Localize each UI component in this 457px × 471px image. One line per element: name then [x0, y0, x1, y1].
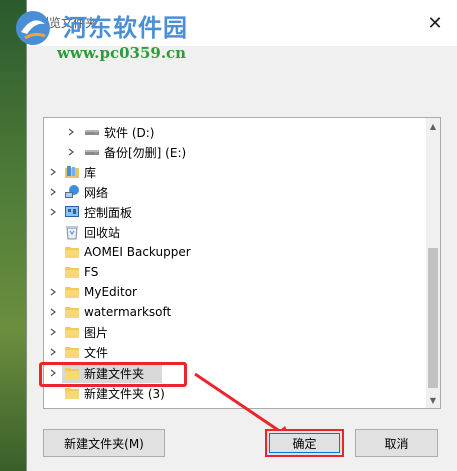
- tree-item[interactable]: 图片: [44, 322, 424, 342]
- watermark-url: www.pc0359.cn: [57, 44, 187, 62]
- folder-icon: [65, 327, 79, 338]
- chevron-right-icon[interactable]: [66, 127, 76, 137]
- new-folder-button[interactable]: 新建文件夹(M): [43, 429, 165, 457]
- browse-folder-dialog: 浏览文件夹 ✕ 河东软件园 www.pc0359.cn 软件 (D:) 备份[勿…: [16, 0, 457, 471]
- tree-item-label: 图片: [84, 325, 109, 340]
- chevron-right-icon[interactable]: [48, 327, 58, 337]
- scroll-up-icon: ▲: [429, 121, 437, 131]
- close-button[interactable]: ✕: [412, 0, 457, 46]
- tree-item[interactable]: 软件 (D:): [44, 122, 424, 142]
- tree-item[interactable]: 库: [44, 162, 424, 182]
- tree-item[interactable]: 文件: [44, 342, 424, 362]
- chevron-right-icon[interactable]: [66, 147, 76, 157]
- scroll-down-button[interactable]: ▼: [426, 392, 440, 408]
- tree-item-label: 新建文件夹 (3): [84, 386, 165, 401]
- tree-item-label: 文件: [84, 345, 109, 360]
- tree-item[interactable]: MyEditor: [44, 282, 424, 302]
- tree-item[interactable]: 备份[勿删] (E:): [44, 142, 424, 162]
- tree-item-label: 回收站: [84, 225, 121, 240]
- vertical-scrollbar[interactable]: ▲ ▼: [426, 118, 440, 408]
- tree-item[interactable]: FS: [44, 262, 424, 282]
- drive-icon: [85, 150, 99, 155]
- tree-item-label: FS: [84, 265, 99, 279]
- tree-item-label: 库: [84, 165, 97, 180]
- chevron-right-icon[interactable]: [48, 307, 58, 317]
- drive-icon: [85, 130, 99, 135]
- recycle-bin-icon: [66, 226, 78, 240]
- tree-item-label: 控制面板: [84, 205, 133, 220]
- tree-item-label: MyEditor: [84, 285, 137, 299]
- folder-icon: [65, 287, 79, 298]
- folder-icon: [65, 347, 79, 358]
- ok-button[interactable]: 确定: [265, 429, 344, 457]
- folder-icon: [65, 388, 79, 399]
- chevron-right-icon[interactable]: [48, 187, 58, 197]
- chevron-right-icon[interactable]: [48, 207, 58, 217]
- watermark-title: 河东软件园: [63, 14, 188, 42]
- folder-icon: [65, 247, 79, 258]
- tree-item-label: watermarksoft: [84, 305, 172, 319]
- chevron-right-icon[interactable]: [48, 167, 58, 177]
- tree-item-label: 网络: [84, 185, 109, 200]
- tree-item-label: AOMEI Backupper: [84, 245, 191, 259]
- tree-item-label: 备份[勿删] (E:): [104, 145, 187, 160]
- tree-item[interactable]: watermarksoft: [44, 302, 424, 322]
- tree-item[interactable]: 控制面板: [44, 202, 424, 222]
- tree-item[interactable]: 回收站: [44, 222, 424, 242]
- tree-item-label: 软件 (D:): [104, 125, 155, 140]
- cancel-button[interactable]: 取消: [355, 429, 438, 457]
- scroll-up-button[interactable]: ▲: [426, 118, 440, 134]
- network-icon: [65, 185, 79, 198]
- chevron-right-icon[interactable]: [48, 287, 58, 297]
- scrollbar-thumb[interactable]: [428, 248, 438, 388]
- folder-icon: [65, 267, 79, 278]
- library-icon: [65, 166, 79, 178]
- watermark: 河东软件园 www.pc0359.cn: [16, 4, 247, 74]
- folder-icon: [65, 307, 79, 318]
- watermark-logo-icon: [16, 11, 50, 45]
- ok-button-label: 确定: [269, 433, 340, 453]
- tree-item[interactable]: 网络: [44, 182, 424, 202]
- tree-item[interactable]: AOMEI Backupper: [44, 242, 424, 262]
- close-icon: ✕: [427, 12, 443, 34]
- scroll-down-icon: ▼: [429, 395, 437, 405]
- annotation-highlight-box: [39, 362, 187, 387]
- control-panel-icon: [65, 206, 79, 217]
- background-desktop-strip: [0, 0, 26, 471]
- chevron-right-icon[interactable]: [48, 347, 58, 357]
